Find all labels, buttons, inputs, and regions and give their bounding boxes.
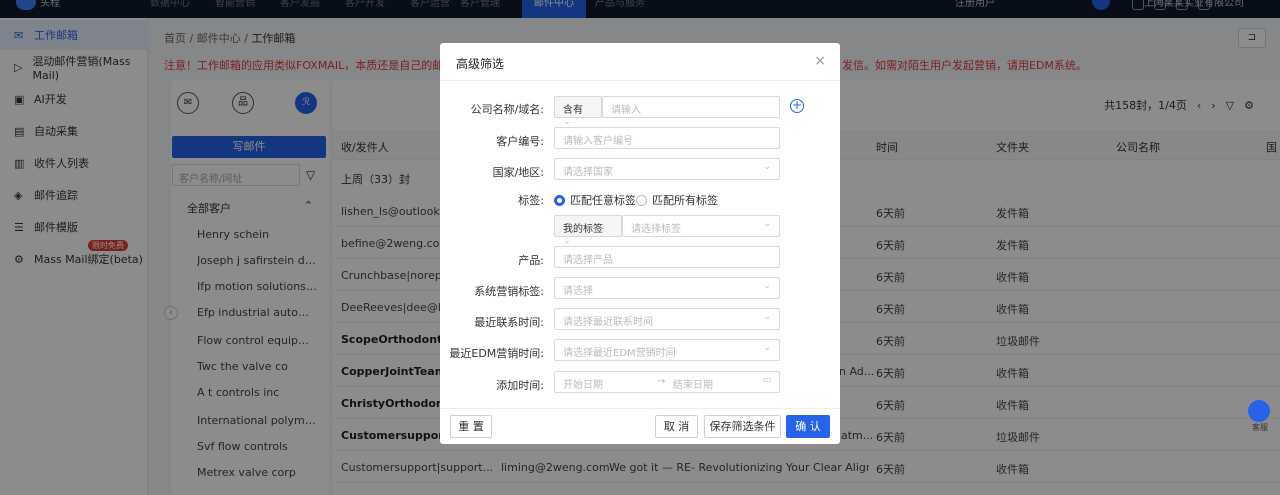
date-range-picker[interactable]: 开始日期 → 结束日期 ▭ (554, 371, 780, 393)
calendar-icon: ▭ (762, 375, 771, 385)
tag-source-select[interactable]: 我的标签 ⌄ (554, 215, 622, 246)
end-date: 结束日期 (673, 380, 713, 391)
radio-off-icon (636, 194, 647, 206)
divider (440, 408, 840, 409)
chevron-down-icon: ⌄ (763, 162, 771, 172)
product-input[interactable]: 请选择产品 (554, 246, 780, 268)
country-select[interactable]: 请选择国家 ⌄ (554, 158, 780, 180)
add-condition-icon[interactable]: + (790, 99, 804, 113)
radio-label: 匹配所有标签 (652, 194, 718, 207)
country-label: 国家/地区: (492, 166, 544, 179)
cust-no-input[interactable]: 请输入客户编号 (554, 127, 780, 149)
radio-label: 匹配任意标签 (570, 194, 636, 207)
sys-tag-select[interactable]: 请选择 ⌄ (554, 277, 780, 299)
chevron-down-icon: ⌄ (763, 343, 771, 353)
reset-button[interactable]: 重 置 (450, 415, 492, 438)
recent-edm-placeholder: 请选择最近EDM营销时间 (563, 348, 676, 359)
customer-service-label: 客服 (1252, 423, 1268, 432)
tag-label: 标签: (518, 194, 544, 207)
tag-placeholder: 请选择标签 (631, 224, 681, 235)
dialog-title: 高级筛选 (456, 57, 505, 71)
sys-tag-label: 系统营销标签: (474, 285, 544, 298)
product-label: 产品: (518, 254, 544, 267)
close-icon[interactable]: × (814, 53, 826, 69)
radio-match-any[interactable]: 匹配任意标签 (554, 192, 636, 208)
chevron-down-icon: ⌄ (763, 281, 771, 291)
save-filter-button[interactable]: 保存筛选条件 (704, 415, 781, 438)
sys-tag-placeholder: 请选择 (563, 286, 593, 297)
company-op-select[interactable]: 含有 ⌄ (554, 96, 602, 127)
recent-edm-select[interactable]: 请选择最近EDM营销时间 ⌄ (554, 339, 780, 361)
chevron-down-icon: ⌄ (763, 219, 771, 229)
op-value: 含有 (563, 105, 583, 116)
company-label: 公司名称/域名: (470, 103, 544, 116)
confirm-button[interactable]: 确 认 (786, 415, 830, 438)
company-input[interactable]: 请输入 (602, 96, 780, 118)
cancel-button[interactable]: 取 消 (655, 415, 698, 438)
country-placeholder: 请选择国家 (563, 167, 613, 178)
tag-source-value: 我的标签 (563, 224, 603, 235)
recent-contact-placeholder: 请选择最近联系时间 (563, 317, 653, 328)
advanced-filter-dialog: 高级筛选 × 公司名称/域名: 含有 ⌄ 请输入 + 客户编号: 请输入客户编号… (440, 43, 840, 444)
cust-no-label: 客户编号: (496, 135, 544, 148)
recent-contact-label: 最近联系时间: (474, 316, 544, 329)
divider (440, 80, 840, 81)
radio-on-icon (554, 194, 565, 206)
added-label: 添加时间: (496, 379, 544, 392)
radio-match-all[interactable]: 匹配所有标签 (636, 192, 718, 208)
chevron-down-icon: ⌄ (763, 312, 771, 322)
recent-edm-label: 最近EDM营销时间: (449, 347, 544, 360)
tag-select[interactable]: 请选择标签 ⌄ (622, 215, 780, 237)
recent-contact-select[interactable]: 请选择最近联系时间 ⌄ (554, 308, 780, 330)
customer-service-icon[interactable] (1248, 400, 1270, 422)
start-date: 开始日期 (563, 380, 603, 391)
range-arrow: → (657, 376, 666, 387)
